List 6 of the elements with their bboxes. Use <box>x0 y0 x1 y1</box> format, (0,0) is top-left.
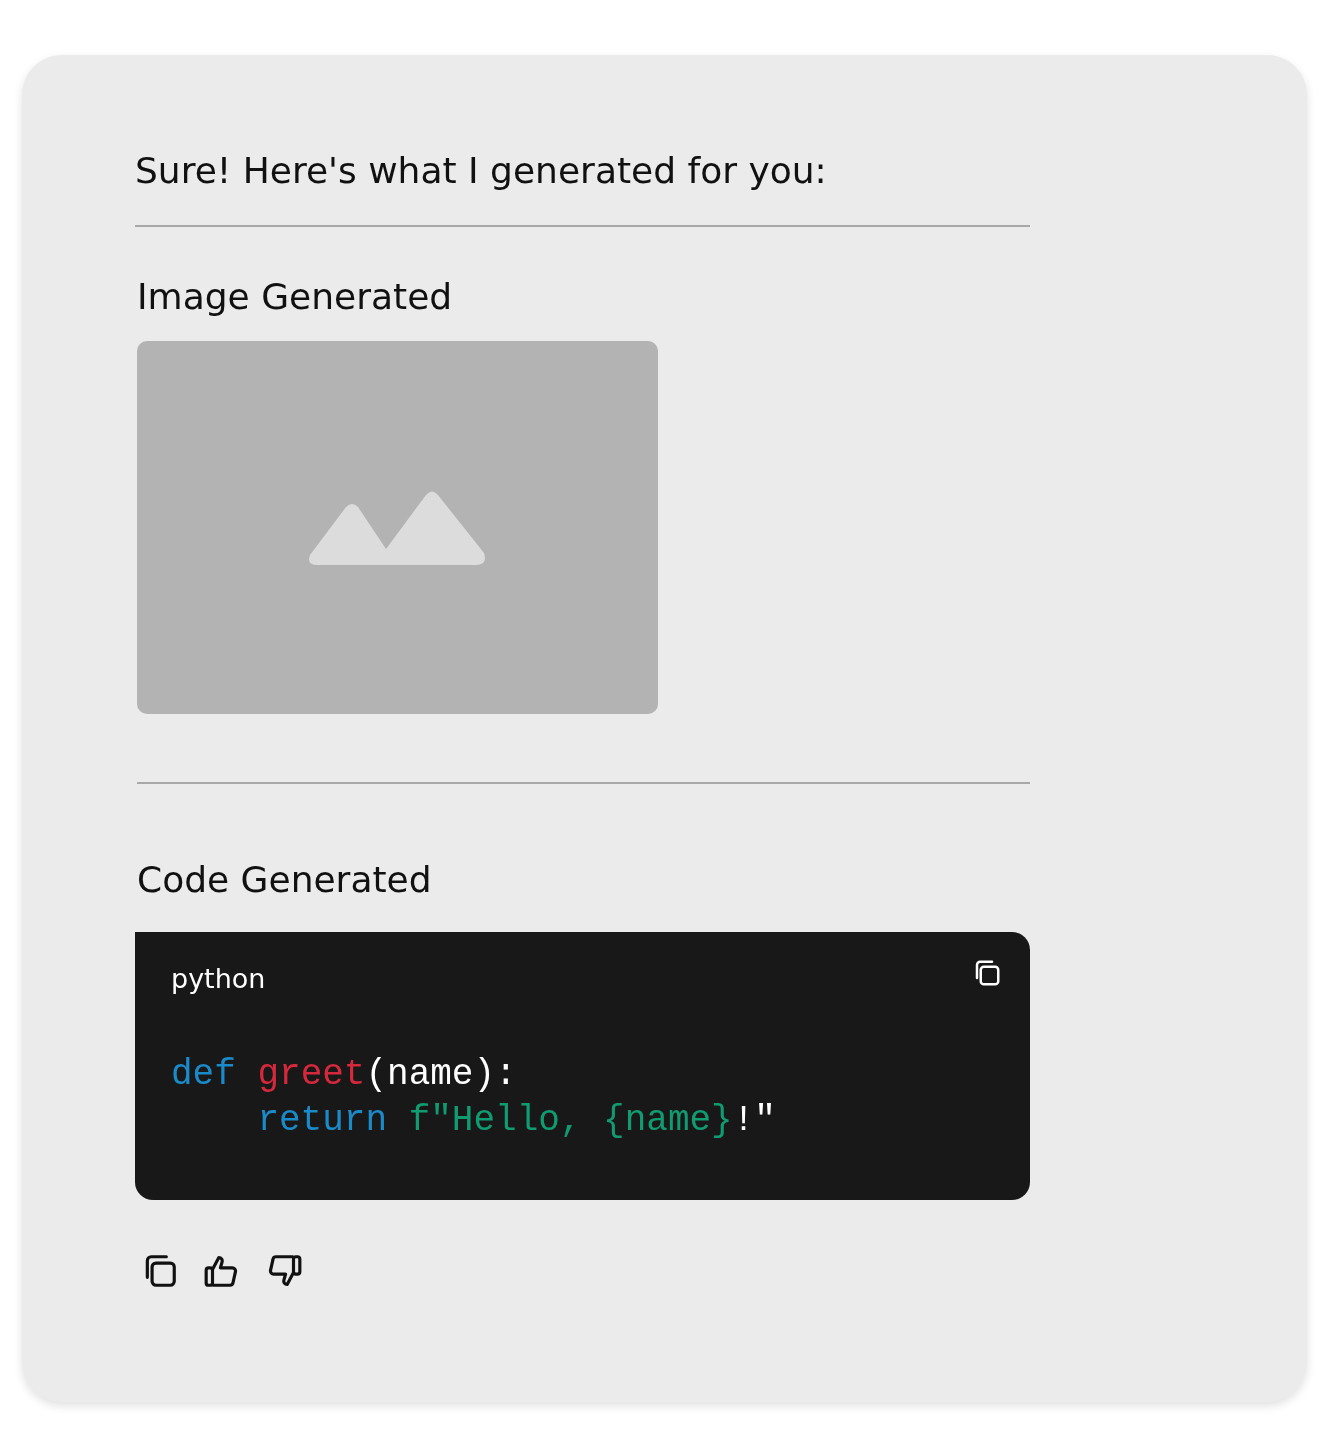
language-label: python <box>171 962 266 996</box>
section-heading: Code Generated <box>137 858 433 902</box>
intro-text: Sure! Here's what I generated for you: <box>135 149 828 193</box>
section-heading: Image Generated <box>137 275 454 319</box>
code-line: return f"Hello, {name}!" <box>257 1099 776 1143</box>
code-line: def greet(name): <box>171 1053 517 1097</box>
